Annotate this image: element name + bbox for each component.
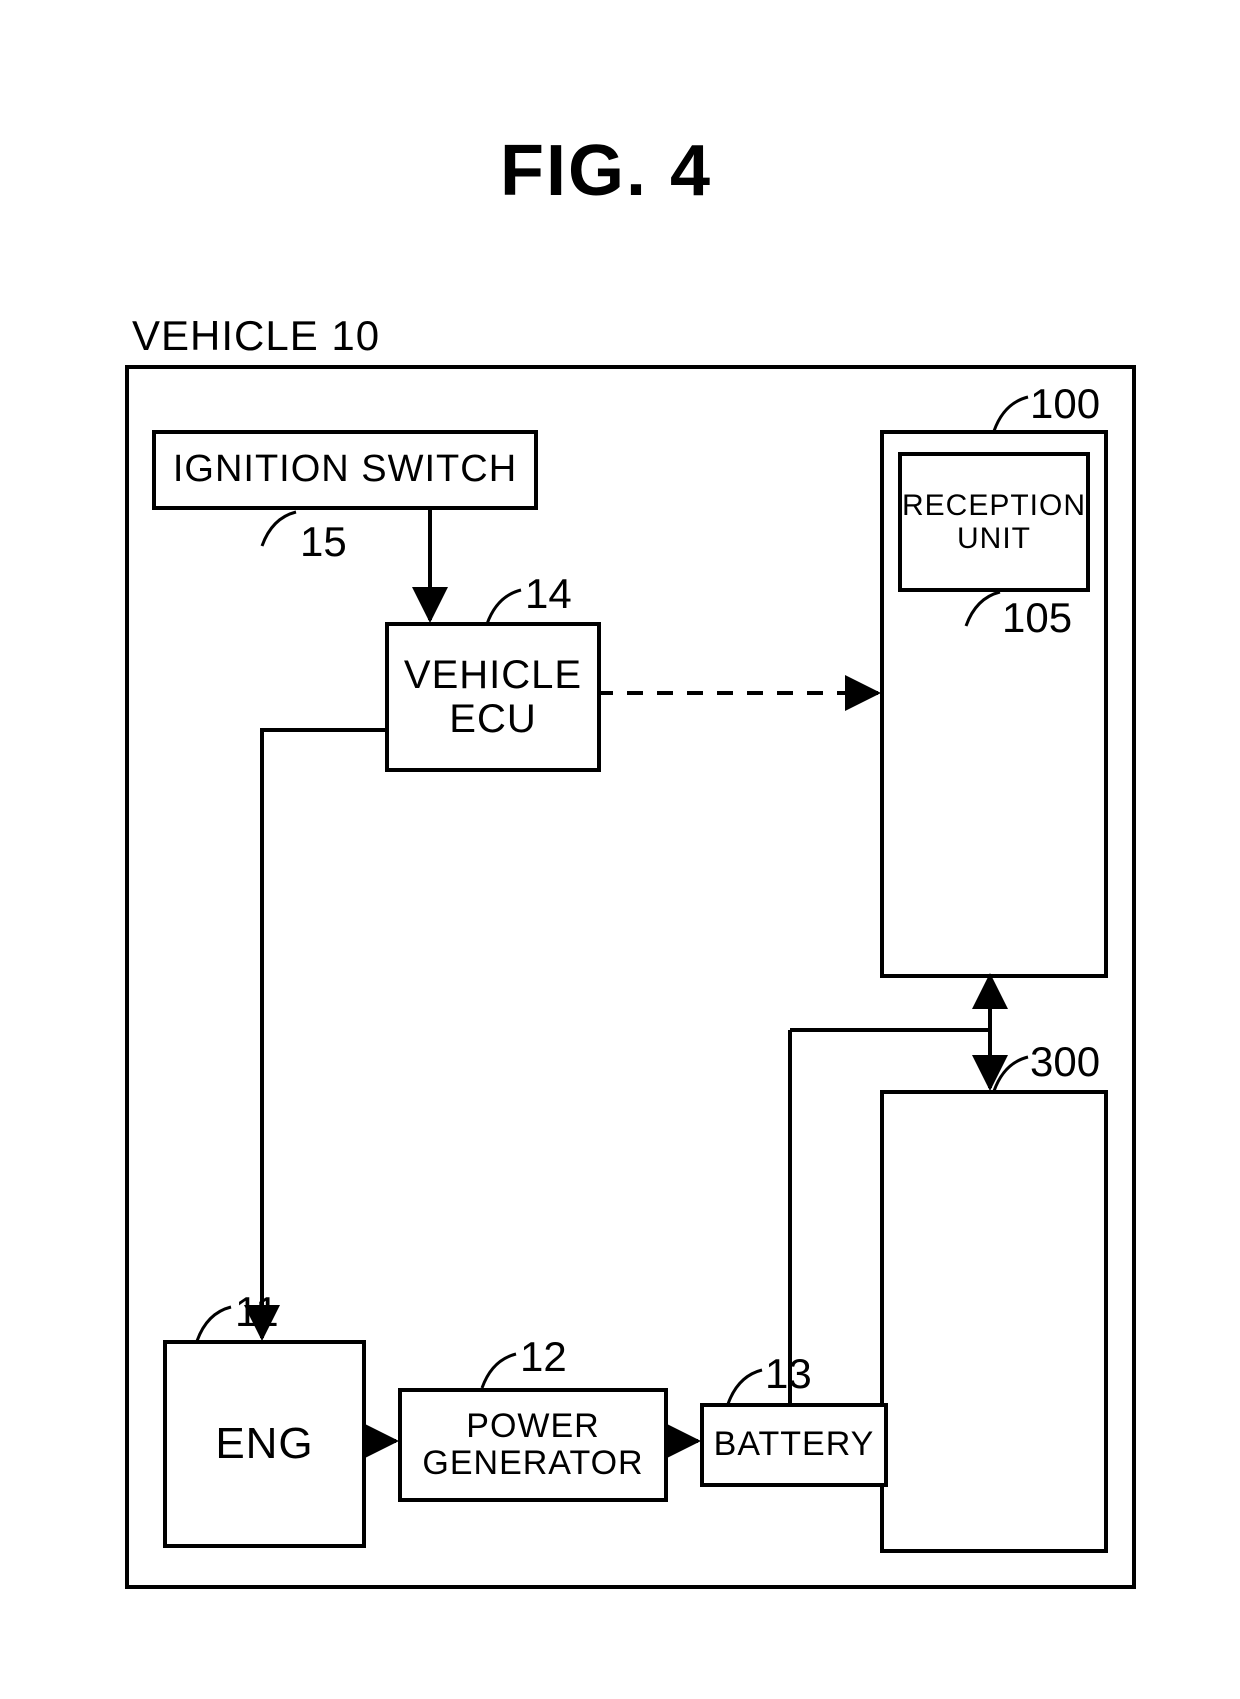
vehicle-ecu-label: VEHICLE ECU [404, 653, 582, 741]
figure-title: FIG. 4 [500, 130, 712, 212]
leader-105 [964, 590, 1002, 628]
power-generator-label: POWER GENERATOR [422, 1408, 643, 1483]
battery-label: BATTERY [714, 1426, 875, 1463]
leader-14 [485, 588, 523, 626]
leader-15 [260, 510, 298, 548]
leader-100 [992, 395, 1030, 433]
ref-300: 300 [1030, 1038, 1100, 1086]
leader-300 [992, 1055, 1030, 1093]
vehicle-ecu-block: VEHICLE ECU [385, 622, 601, 772]
vehicle-label: VEHICLE 10 [132, 312, 380, 360]
leader-11 [195, 1305, 233, 1343]
eng-label: ENG [215, 1420, 313, 1468]
ref-105: 105 [1002, 594, 1072, 642]
ref-100: 100 [1030, 380, 1100, 428]
ref-13: 13 [765, 1350, 812, 1398]
block-300 [880, 1090, 1108, 1553]
ref-12: 12 [520, 1333, 567, 1381]
leader-13 [726, 1368, 764, 1406]
eng-block: ENG [163, 1340, 366, 1548]
leader-12 [480, 1352, 518, 1390]
ignition-switch-block: IGNITION SWITCH [152, 430, 538, 510]
ref-11: 11 [235, 1288, 279, 1336]
diagram-canvas: FIG. 4 VEHICLE 10 IGNITION SWITCH 15 VEH… [0, 0, 1240, 1699]
ref-14: 14 [525, 570, 572, 618]
ref-15: 15 [300, 518, 347, 566]
reception-unit-block: RECEPTION UNIT [898, 452, 1090, 592]
reception-unit-label: RECEPTION UNIT [902, 489, 1086, 555]
power-generator-block: POWER GENERATOR [398, 1388, 668, 1502]
ignition-switch-label: IGNITION SWITCH [173, 449, 517, 491]
battery-block: BATTERY [700, 1403, 888, 1487]
